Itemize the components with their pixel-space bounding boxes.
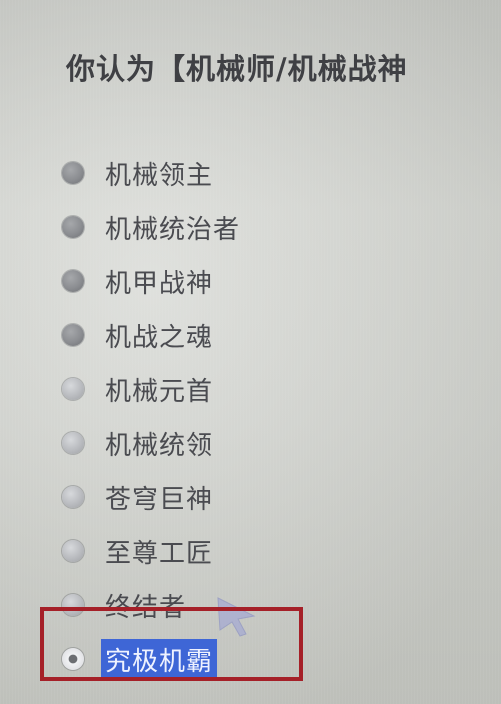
annotation-highlight-box xyxy=(40,607,303,681)
radio-button[interactable] xyxy=(62,540,84,562)
radio-option[interactable]: 苍穹巨神 xyxy=(62,470,482,524)
question-title: 你认为【机械师/机械战神 xyxy=(66,52,408,86)
radio-option[interactable]: 机械统治者 xyxy=(62,200,482,254)
radio-option-label[interactable]: 至尊工匠 xyxy=(105,533,213,570)
radio-option-label[interactable]: 机械统治者 xyxy=(105,209,240,246)
radio-option-label[interactable]: 机甲战神 xyxy=(105,263,213,300)
radio-option-list: 机械领主 机械统治者 机甲战神 机战之魂 机械元首 机械统领 苍穹巨神 至尊工匠… xyxy=(62,146,482,686)
radio-option-label[interactable]: 机战之魂 xyxy=(105,317,213,354)
radio-option[interactable]: 机械统领 xyxy=(62,416,482,470)
radio-option-label[interactable]: 机械元首 xyxy=(105,371,213,408)
radio-button[interactable] xyxy=(62,324,84,346)
radio-button[interactable] xyxy=(62,270,84,292)
radio-option[interactable]: 机械领主 xyxy=(62,146,482,200)
radio-option[interactable]: 机战之魂 xyxy=(62,308,482,362)
radio-option[interactable]: 机甲战神 xyxy=(62,254,482,308)
radio-button[interactable] xyxy=(62,216,84,238)
radio-button[interactable] xyxy=(62,486,84,508)
radio-option-label[interactable]: 苍穹巨神 xyxy=(105,479,213,516)
radio-button[interactable] xyxy=(62,162,84,184)
radio-option[interactable]: 机械元首 xyxy=(62,362,482,416)
radio-button[interactable] xyxy=(62,432,84,454)
radio-option-label[interactable]: 机械领主 xyxy=(105,155,213,192)
radio-button[interactable] xyxy=(62,378,84,400)
photographed-screen: 你认为【机械师/机械战神 机械领主 机械统治者 机甲战神 机战之魂 机械元首 机… xyxy=(0,0,501,704)
radio-option-label[interactable]: 机械统领 xyxy=(105,425,213,462)
radio-option[interactable]: 至尊工匠 xyxy=(62,524,482,578)
